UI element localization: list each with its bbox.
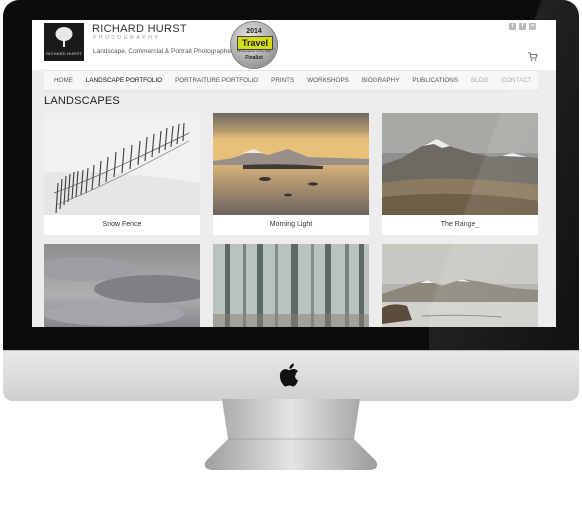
nav-item-landscape-portfolio[interactable]: LANDSCAPE PORTFOLIO — [86, 77, 162, 84]
nav-item-portraiture-portfolio[interactable]: PORTRAITURE PORTFOLIO — [175, 77, 258, 84]
gallery-card[interactable] — [213, 244, 369, 327]
gallery-caption[interactable]: Morning Light — [213, 215, 369, 235]
monitor-chin — [3, 350, 579, 401]
nav-item-biography[interactable]: BIOGRAPHY — [362, 77, 399, 84]
nav-item-workshops[interactable]: WORKSHOPS — [307, 77, 349, 84]
imac-device: RICHARD HURST RICHARD HURST PHOTOGRAPHY … — [0, 0, 582, 507]
gallery-photo-loch[interactable] — [382, 244, 538, 327]
badge-year: 2014 — [246, 28, 262, 35]
facebook-icon[interactable]: f — [519, 23, 526, 30]
badge-title: Travel — [237, 36, 273, 50]
site-header: RICHARD HURST RICHARD HURST PHOTOGRAPHY … — [32, 20, 556, 70]
logo-text: RICHARD HURST — [46, 51, 82, 56]
gallery-photo-storm[interactable] — [44, 244, 200, 327]
flickr-icon[interactable]: •• — [529, 23, 536, 30]
gallery-caption[interactable]: The Range_ — [382, 215, 538, 235]
cart-icon[interactable] — [528, 52, 538, 61]
gallery-card[interactable] — [44, 244, 200, 327]
brand-subtitle: PHOTOGRAPHY — [93, 35, 161, 41]
gallery-photo-the-range[interactable] — [382, 113, 538, 215]
apple-logo-icon — [279, 363, 298, 387]
gallery-photo-forest[interactable] — [213, 244, 369, 327]
gallery-card[interactable] — [382, 244, 538, 327]
twitter-icon[interactable]: t — [509, 23, 516, 30]
gallery-card[interactable]: Snow Fence — [44, 113, 200, 235]
tree-icon — [55, 27, 73, 47]
nav-item-prints[interactable]: PRINTS — [271, 77, 294, 84]
gallery-caption[interactable]: Snow Fence — [44, 215, 200, 235]
award-badge: 2014 Travel Photographer of the Year Fin… — [231, 22, 277, 68]
monitor-stand — [204, 399, 378, 470]
nav-item-home[interactable]: HOME — [54, 77, 73, 84]
gallery-photo-morning-light[interactable] — [213, 113, 369, 215]
main-nav: HOME LANDSCAPE PORTFOLIO PORTRAITURE POR… — [44, 70, 538, 91]
social-links: t f •• — [509, 23, 536, 30]
site-logo[interactable]: RICHARD HURST — [44, 23, 84, 61]
gallery-photo-snow-fence[interactable] — [44, 113, 200, 215]
badge-status: Finalist — [245, 55, 263, 61]
nav-item-blog[interactable]: BLOG — [471, 77, 489, 84]
nav-item-contact[interactable]: CONTACT — [502, 77, 532, 84]
brand-name[interactable]: RICHARD HURST — [92, 23, 187, 35]
website-screen: RICHARD HURST RICHARD HURST PHOTOGRAPHY … — [32, 20, 556, 327]
page-title: LANDSCAPES — [44, 95, 120, 107]
monitor-bezel: RICHARD HURST RICHARD HURST PHOTOGRAPHY … — [3, 0, 579, 352]
nav-item-publications[interactable]: PUBLICATIONS — [412, 77, 458, 84]
gallery-card[interactable]: Morning Light — [213, 113, 369, 235]
tagline: Landscape, Commercial & Portrait Photogr… — [93, 48, 234, 55]
badge-subtitle: Photographer of the Year — [237, 49, 271, 53]
gallery-card[interactable]: The Range_ — [382, 113, 538, 235]
